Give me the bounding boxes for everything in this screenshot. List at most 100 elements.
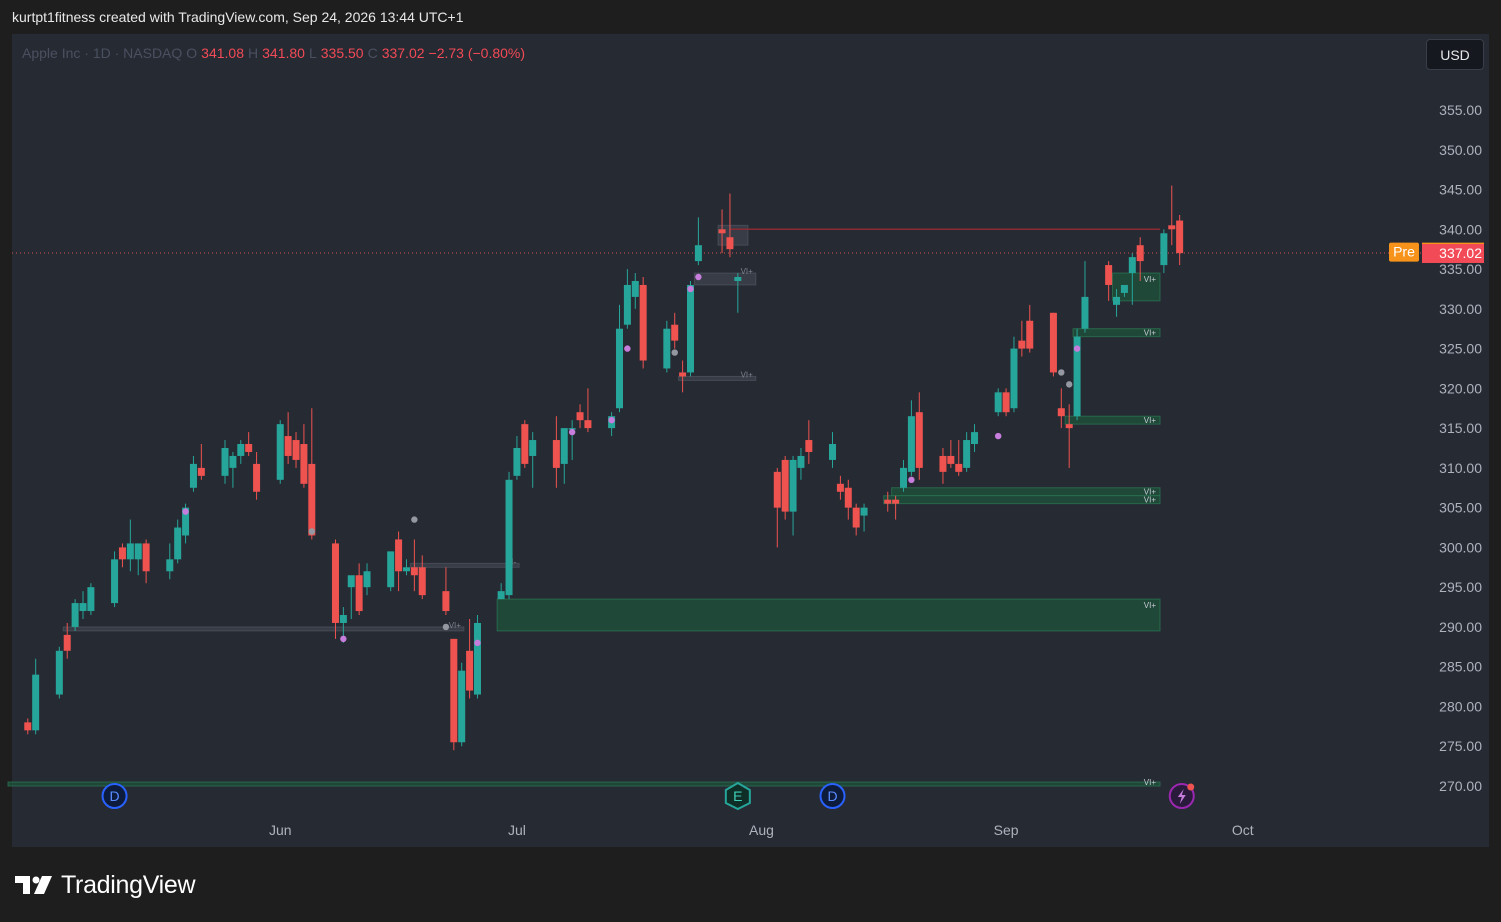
candle-body[interactable] <box>308 463 316 536</box>
candle-body[interactable] <box>126 543 134 560</box>
candle-body[interactable] <box>118 547 126 560</box>
candle-body[interactable] <box>1049 312 1057 373</box>
candle-body[interactable] <box>726 237 734 250</box>
candle-body[interactable] <box>907 416 915 472</box>
candle-body[interactable] <box>915 412 923 468</box>
candle-body[interactable] <box>947 455 955 464</box>
candle-body[interactable] <box>615 328 623 409</box>
candle-body[interactable] <box>229 455 237 468</box>
candle-body[interactable] <box>395 539 403 572</box>
candle-body[interactable] <box>1065 424 1073 429</box>
candle-body[interactable] <box>836 483 844 492</box>
candle-body[interactable] <box>560 428 568 464</box>
candle-body[interactable] <box>1057 408 1065 417</box>
candle-body[interactable] <box>1105 265 1113 285</box>
candle-body[interactable] <box>221 448 229 476</box>
candle-body[interactable] <box>1026 320 1034 349</box>
currency-button[interactable]: USD <box>1426 39 1484 70</box>
candle-body[interactable] <box>79 603 87 612</box>
candle-body[interactable] <box>142 543 150 572</box>
candle-body[interactable] <box>237 444 245 456</box>
candle-body[interactable] <box>71 603 79 627</box>
candle-body[interactable] <box>663 328 671 369</box>
candle-body[interactable] <box>458 670 466 743</box>
candle-body[interactable] <box>852 507 860 528</box>
candle-body[interactable] <box>884 499 892 504</box>
candle-body[interactable] <box>355 575 363 612</box>
candle-body[interactable] <box>1081 296 1089 329</box>
candle-body[interactable] <box>55 650 63 695</box>
candle-body[interactable] <box>505 479 513 596</box>
candle-body[interactable] <box>418 567 426 596</box>
candle-body[interactable] <box>1018 340 1026 349</box>
candle-body[interactable] <box>694 245 702 262</box>
tradingview-logo[interactable]: TradingView <box>15 868 196 902</box>
candle-body[interactable] <box>32 674 40 731</box>
candle-body[interactable] <box>387 551 395 588</box>
candle-body[interactable] <box>189 463 197 488</box>
candle-body[interactable] <box>576 412 584 421</box>
candle-body[interactable] <box>994 392 1002 413</box>
candle-body[interactable] <box>197 467 205 476</box>
candle-body[interactable] <box>473 622 481 695</box>
candle-body[interactable] <box>584 420 592 429</box>
candle-body[interactable] <box>245 444 253 452</box>
candle-body[interactable] <box>497 591 505 600</box>
candle-body[interactable] <box>671 324 679 341</box>
candle-body[interactable] <box>363 571 371 588</box>
candle-body[interactable] <box>844 487 852 508</box>
candle-body[interactable] <box>1120 284 1128 293</box>
candle-body[interactable] <box>686 284 694 373</box>
candle-body[interactable] <box>1010 348 1018 409</box>
candle-body[interactable] <box>166 559 174 572</box>
candle-body[interactable] <box>1176 220 1184 254</box>
candle-body[interactable] <box>1160 233 1168 266</box>
candle-body[interactable] <box>971 432 979 445</box>
candle-body[interactable] <box>529 440 537 456</box>
candle-body[interactable] <box>963 440 971 468</box>
candle-body[interactable] <box>631 280 639 297</box>
candle-body[interactable] <box>552 440 560 468</box>
candle-body[interactable] <box>773 471 781 508</box>
candle-body[interactable] <box>1113 296 1121 305</box>
candle-body[interactable] <box>402 567 410 572</box>
candle-body[interactable] <box>111 559 119 604</box>
candle-body[interactable] <box>442 591 450 612</box>
candle-body[interactable] <box>134 543 142 560</box>
candle-body[interactable] <box>939 455 947 472</box>
candle-body[interactable] <box>1128 257 1136 274</box>
candle-body[interactable] <box>24 722 32 731</box>
candle-body[interactable] <box>521 424 529 464</box>
candle-body[interactable] <box>829 444 837 460</box>
candle-body[interactable] <box>892 499 900 504</box>
candle-body[interactable] <box>805 440 813 452</box>
candle-body[interactable] <box>781 459 789 512</box>
candle-body[interactable] <box>276 424 284 480</box>
candle-body[interactable] <box>1168 225 1176 230</box>
candle-body[interactable] <box>797 455 805 468</box>
candle-body[interactable] <box>292 440 300 460</box>
candle-body[interactable] <box>734 277 742 281</box>
candle-body[interactable] <box>860 507 868 516</box>
candle-body[interactable] <box>718 229 726 234</box>
candle-body[interactable] <box>623 284 631 325</box>
candle-body[interactable] <box>1002 392 1010 413</box>
candle-body[interactable] <box>1136 245 1144 262</box>
candle-body[interactable] <box>331 543 339 623</box>
candle-body[interactable] <box>955 463 963 472</box>
candle-body[interactable] <box>87 587 95 612</box>
candle-body[interactable] <box>900 467 908 488</box>
candle-body[interactable] <box>410 567 418 576</box>
candle-body[interactable] <box>789 459 797 512</box>
candle-body[interactable] <box>679 372 687 377</box>
candle-body[interactable] <box>284 436 292 456</box>
candle-body[interactable] <box>466 650 474 691</box>
candle-body[interactable] <box>253 463 261 492</box>
candle-body[interactable] <box>339 615 347 623</box>
candle-body[interactable] <box>174 527 182 560</box>
candle-body[interactable] <box>450 638 458 743</box>
candle-body[interactable] <box>639 284 647 361</box>
candlestick-chart[interactable]: 270.00 275.00 280.00 285.00 290.00 295.00 300.… <box>0 0 1501 922</box>
candle-body[interactable] <box>63 634 71 651</box>
candle-body[interactable] <box>513 448 521 476</box>
